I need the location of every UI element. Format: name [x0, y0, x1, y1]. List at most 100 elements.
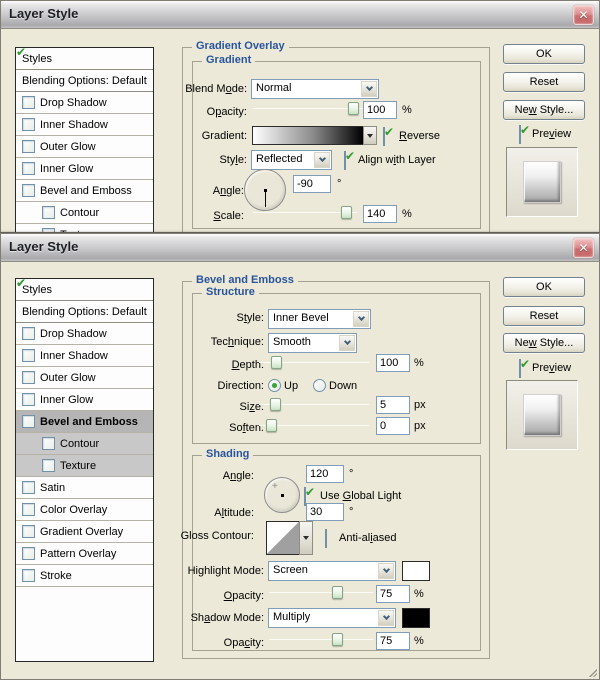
soften-input[interactable] [376, 417, 410, 435]
effect-checkbox[interactable] [42, 437, 55, 450]
effect-checkbox[interactable] [22, 503, 35, 516]
angle-input[interactable] [306, 465, 344, 483]
reset-button[interactable]: Reset [503, 72, 585, 92]
reverse-checkbox[interactable] [383, 127, 385, 146]
effect-checkbox[interactable] [22, 118, 35, 131]
preview-checkbox[interactable] [519, 125, 521, 144]
chevron-down-icon[interactable] [353, 311, 369, 327]
align-with-layer-checkbox[interactable] [344, 151, 346, 170]
effect-checkbox[interactable] [22, 525, 35, 538]
anti-aliased-label[interactable]: Anti-aliased [339, 532, 397, 544]
shadow-opacity-slider[interactable] [269, 633, 373, 647]
shadow-opacity-input[interactable] [376, 632, 410, 650]
effect-checkbox[interactable] [22, 162, 35, 175]
angle-altitude-dial[interactable] [264, 477, 300, 513]
size-input[interactable] [376, 396, 410, 414]
sidebar-item[interactable]: Texture [16, 224, 153, 233]
effect-checkbox[interactable] [22, 393, 35, 406]
soften-slider[interactable] [259, 419, 369, 433]
blend-mode-select[interactable]: Normal [251, 79, 379, 99]
angle-dial[interactable] [244, 169, 286, 211]
shadow-color-swatch[interactable] [402, 608, 430, 628]
opacity-slider[interactable] [253, 102, 363, 116]
close-button[interactable]: ✕ [573, 238, 594, 258]
effect-checkbox[interactable] [22, 415, 35, 428]
chevron-down-icon[interactable] [361, 81, 377, 97]
direction-up-radio[interactable] [268, 379, 281, 392]
direction-down-radio[interactable] [313, 379, 326, 392]
chevron-down-icon[interactable] [378, 563, 394, 579]
sidebar-item[interactable]: Stroke [16, 565, 153, 587]
direction-up-label[interactable]: Up [284, 380, 298, 392]
effect-checkbox[interactable] [22, 96, 35, 109]
ok-button[interactable]: OK [503, 44, 585, 64]
sidebar-item-styles[interactable]: Styles [16, 279, 153, 301]
use-global-light-label[interactable]: Use Global Light [320, 490, 401, 502]
shadow-mode-select[interactable]: Multiply [268, 608, 396, 628]
slider-thumb[interactable] [332, 633, 343, 646]
chevron-down-icon[interactable] [339, 335, 355, 351]
sidebar-item[interactable]: Bevel and Emboss [16, 411, 153, 433]
sidebar-item-blending-options[interactable]: Blending Options: Default [16, 301, 153, 323]
highlight-opacity-slider[interactable] [269, 586, 373, 600]
preview-checkbox[interactable] [519, 359, 521, 378]
title-bar[interactable]: Layer Style ✕ [1, 1, 599, 29]
close-button[interactable]: ✕ [573, 5, 594, 25]
ok-button[interactable]: OK [503, 277, 585, 297]
altitude-input[interactable] [306, 503, 344, 521]
sidebar-item-blending-options[interactable]: Blending Options: Default [16, 70, 153, 92]
gradient-preview[interactable] [252, 126, 364, 145]
gradient-picker-button[interactable] [363, 126, 377, 145]
chevron-down-icon[interactable] [314, 152, 330, 168]
direction-down-label[interactable]: Down [329, 380, 357, 392]
highlight-mode-select[interactable]: Screen [268, 561, 396, 581]
scale-slider[interactable] [253, 206, 357, 220]
sidebar-item[interactable]: Inner Glow [16, 389, 153, 411]
gloss-contour-picker-button[interactable] [299, 521, 313, 555]
scale-input[interactable] [363, 205, 397, 223]
slider-thumb[interactable] [341, 206, 352, 219]
highlight-opacity-input[interactable] [376, 585, 410, 603]
effect-checkbox[interactable] [22, 327, 35, 340]
slider-thumb[interactable] [332, 586, 343, 599]
sidebar-item-styles[interactable]: Styles [16, 48, 153, 70]
slider-thumb[interactable] [266, 419, 277, 432]
depth-slider[interactable] [259, 356, 369, 370]
effect-checkbox[interactable] [22, 481, 35, 494]
chevron-down-icon[interactable] [378, 610, 394, 626]
slider-thumb[interactable] [270, 398, 281, 411]
sidebar-item[interactable]: Contour [16, 433, 153, 455]
align-with-layer-label[interactable]: Align with Layer [358, 154, 436, 166]
effect-checkbox[interactable] [42, 459, 55, 472]
effect-checkbox[interactable] [22, 140, 35, 153]
sidebar-item[interactable]: Inner Shadow [16, 345, 153, 367]
technique-select[interactable]: Smooth [268, 333, 357, 353]
title-bar[interactable]: Layer Style ✕ [1, 234, 599, 262]
sidebar-item[interactable]: Contour [16, 202, 153, 224]
depth-input[interactable] [376, 354, 410, 372]
size-slider[interactable] [259, 398, 369, 412]
new-style-button[interactable]: New Style... [503, 333, 585, 353]
preview-label[interactable]: Preview [532, 128, 571, 140]
new-style-button[interactable]: New Style... [503, 100, 585, 120]
effect-checkbox[interactable] [22, 349, 35, 362]
sidebar-item[interactable]: Drop Shadow [16, 92, 153, 114]
sidebar-item[interactable]: Satin [16, 477, 153, 499]
sidebar-item[interactable]: Inner Glow [16, 158, 153, 180]
effect-checkbox[interactable] [22, 371, 35, 384]
sidebar-item[interactable]: Color Overlay [16, 499, 153, 521]
sidebar-item[interactable]: Outer Glow [16, 136, 153, 158]
sidebar-item[interactable]: Drop Shadow [16, 323, 153, 345]
effect-checkbox[interactable] [22, 547, 35, 560]
sidebar-item[interactable]: Bevel and Emboss [16, 180, 153, 202]
slider-thumb[interactable] [271, 356, 282, 369]
gloss-contour-thumbnail[interactable] [266, 521, 300, 555]
anti-aliased-checkbox[interactable] [325, 529, 327, 548]
sidebar-item[interactable]: Pattern Overlay [16, 543, 153, 565]
effect-checkbox[interactable] [22, 184, 35, 197]
effect-checkbox[interactable] [42, 206, 55, 219]
reset-button[interactable]: Reset [503, 306, 585, 326]
effect-checkbox[interactable] [22, 569, 35, 582]
opacity-input[interactable] [363, 101, 397, 119]
sidebar-item[interactable]: Outer Glow [16, 367, 153, 389]
